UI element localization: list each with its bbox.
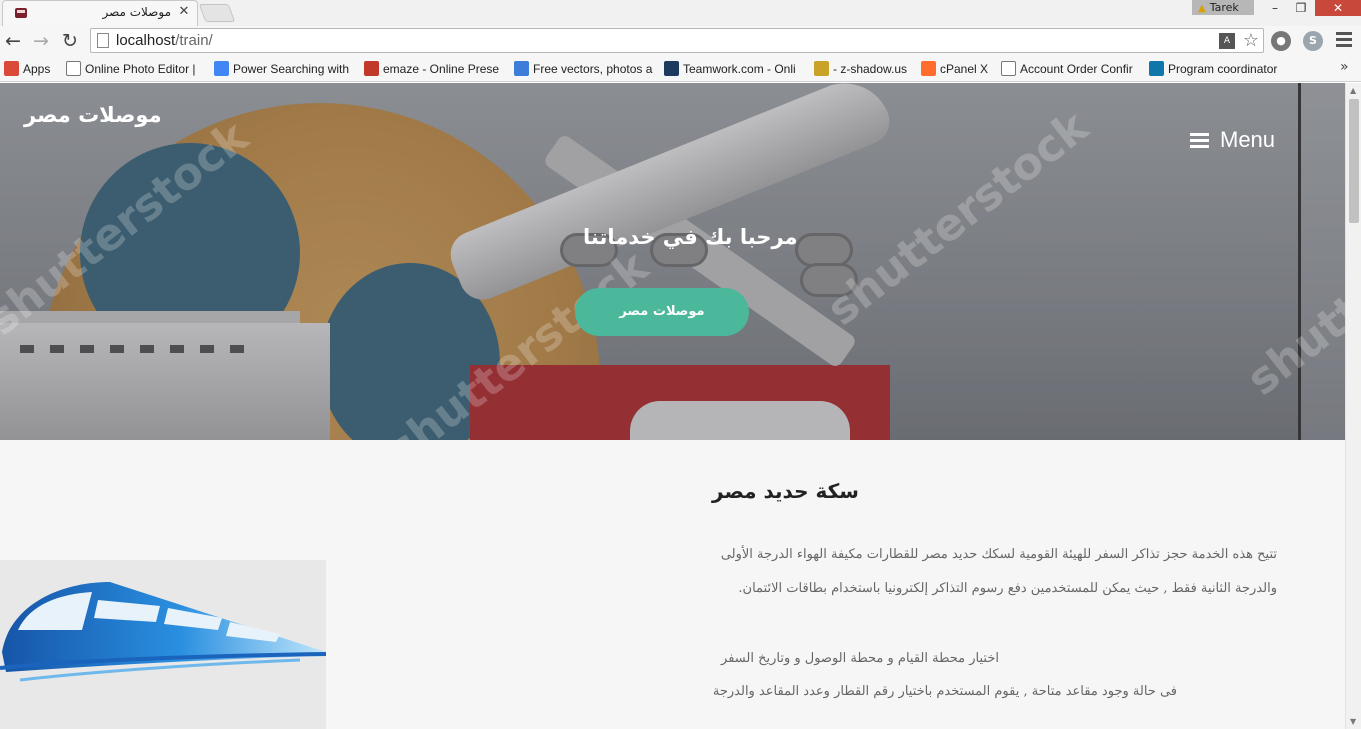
browser-menu-icon[interactable] (1336, 32, 1352, 50)
page-icon (1001, 61, 1016, 76)
close-window-button[interactable]: ✕ (1315, 0, 1361, 16)
scroll-up-icon[interactable]: ▲ (1350, 86, 1356, 95)
bookmark-label: Apps (23, 62, 51, 76)
forward-arrow-icon[interactable]: → (30, 30, 52, 52)
train-icon (0, 582, 327, 682)
tab-close-icon[interactable]: ✕ (177, 4, 191, 19)
reload-icon[interactable]: ↻ (59, 30, 81, 52)
extension-film-icon[interactable]: ● (1271, 31, 1291, 51)
cpanel-icon (921, 61, 936, 76)
warning-icon: ▲ (1198, 3, 1206, 14)
bookmark-item[interactable]: emaze - Online Prese (364, 60, 504, 78)
teamwork-icon (664, 61, 679, 76)
url-path: /train/ (175, 32, 213, 49)
bookmark-item[interactable]: Free vectors, photos a (514, 60, 654, 78)
site-brand[interactable]: موصلات مصر (24, 103, 162, 127)
page-icon (66, 61, 81, 76)
bookmark-label: Power Searching with (233, 62, 350, 76)
bookmark-label: Program coordinator (1168, 62, 1278, 76)
bookmark-label: cPanel X (940, 62, 989, 76)
bookmark-item[interactable]: Account Order Confir (1001, 60, 1141, 78)
bookmark-label: Online Photo Editor | (85, 62, 196, 76)
bookmark-item[interactable]: Teamwork.com - Onli (664, 60, 804, 78)
bookmark-item[interactable]: Power Searching with (214, 60, 354, 78)
page-viewport: shutterstock shutterstock shutterstock s… (0, 83, 1345, 729)
hero-cta-button[interactable]: موصلات مصر (575, 288, 749, 336)
hero-heading: مرحبا بك في خدماتنا (583, 225, 798, 249)
url-text[interactable]: localhost/train/ (116, 32, 213, 49)
page-scrollbar[interactable]: ▲ ▼ (1345, 83, 1361, 729)
translate-icon[interactable]: A (1219, 33, 1235, 49)
address-bar[interactable]: localhost/train/ A ☆ (90, 28, 1264, 53)
paragraph-2: والدرجة الثانية فقط , حيث يمكن للمستخدمي… (738, 581, 1277, 596)
bookmarks-bar: » Apps Online Photo Editor | Power Search… (0, 55, 1361, 82)
bookmark-label: Free vectors, photos a (533, 62, 653, 76)
browser-toolbar: ← → ↻ localhost/train/ A ☆ ● S (0, 26, 1361, 55)
site-favicon-icon (15, 8, 27, 18)
url-host: localhost (116, 32, 176, 49)
bookmark-star-icon[interactable]: ☆ (1243, 30, 1259, 51)
bookmark-item[interactable]: Program coordinator (1149, 60, 1289, 78)
linkedin-icon (1149, 61, 1164, 76)
page-icon (97, 33, 109, 48)
bookmark-item[interactable]: - z-shadow.us (814, 60, 914, 78)
google-icon (214, 61, 229, 76)
back-arrow-icon[interactable]: ← (2, 30, 24, 52)
section-title: سكة حديد مصر (712, 479, 859, 503)
bookmark-item[interactable]: cPanel X (921, 60, 993, 78)
browser-titlebar: موصلات مصر ✕ ▲ Tarek – ❐ ✕ (0, 0, 1361, 26)
minimize-button[interactable]: – (1262, 0, 1288, 16)
scrollbar-thumb[interactable] (1349, 99, 1359, 223)
profile-name: Tarek (1209, 1, 1239, 14)
bookmark-label: Account Order Confir (1020, 62, 1133, 76)
freepik-icon (514, 61, 529, 76)
tab-title: موصلات مصر (102, 5, 171, 19)
new-tab-button[interactable] (198, 4, 236, 22)
maximize-button[interactable]: ❐ (1288, 0, 1314, 16)
emaze-icon (364, 61, 379, 76)
menu-label: Menu (1220, 127, 1276, 152)
scroll-down-icon[interactable]: ▼ (1350, 717, 1356, 726)
hero-section: shutterstock shutterstock shutterstock s… (0, 83, 1345, 440)
paragraph-1: تتيح هذه الخدمة حجز تذاكر السفر للهيئة ا… (720, 547, 1277, 562)
paragraph-3: اختيار محطة القيام و محطة الوصول و وتاري… (721, 651, 999, 666)
paragraph-4: فى حالة وجود مقاعد متاحة , يقوم المستخدم… (712, 684, 1177, 699)
bookmarks-more-icon[interactable]: » (1340, 59, 1349, 75)
zshadow-icon (814, 61, 829, 76)
menu-button[interactable]: Menu (1190, 127, 1275, 153)
bookmark-item[interactable]: Online Photo Editor | (66, 60, 206, 78)
apps-grid-icon (4, 61, 19, 76)
train-logo-image (0, 560, 327, 729)
hamburger-icon (1190, 130, 1209, 151)
bookmark-label: - z-shadow.us (833, 62, 908, 76)
bookmark-item[interactable]: Apps (4, 60, 60, 78)
bookmark-label: emaze - Online Prese (383, 62, 500, 76)
bookmark-label: Teamwork.com - Onli (683, 62, 796, 76)
profile-badge[interactable]: ▲ Tarek (1192, 0, 1254, 15)
browser-tab[interactable]: موصلات مصر ✕ (2, 0, 198, 26)
skype-icon[interactable]: S (1303, 31, 1323, 51)
